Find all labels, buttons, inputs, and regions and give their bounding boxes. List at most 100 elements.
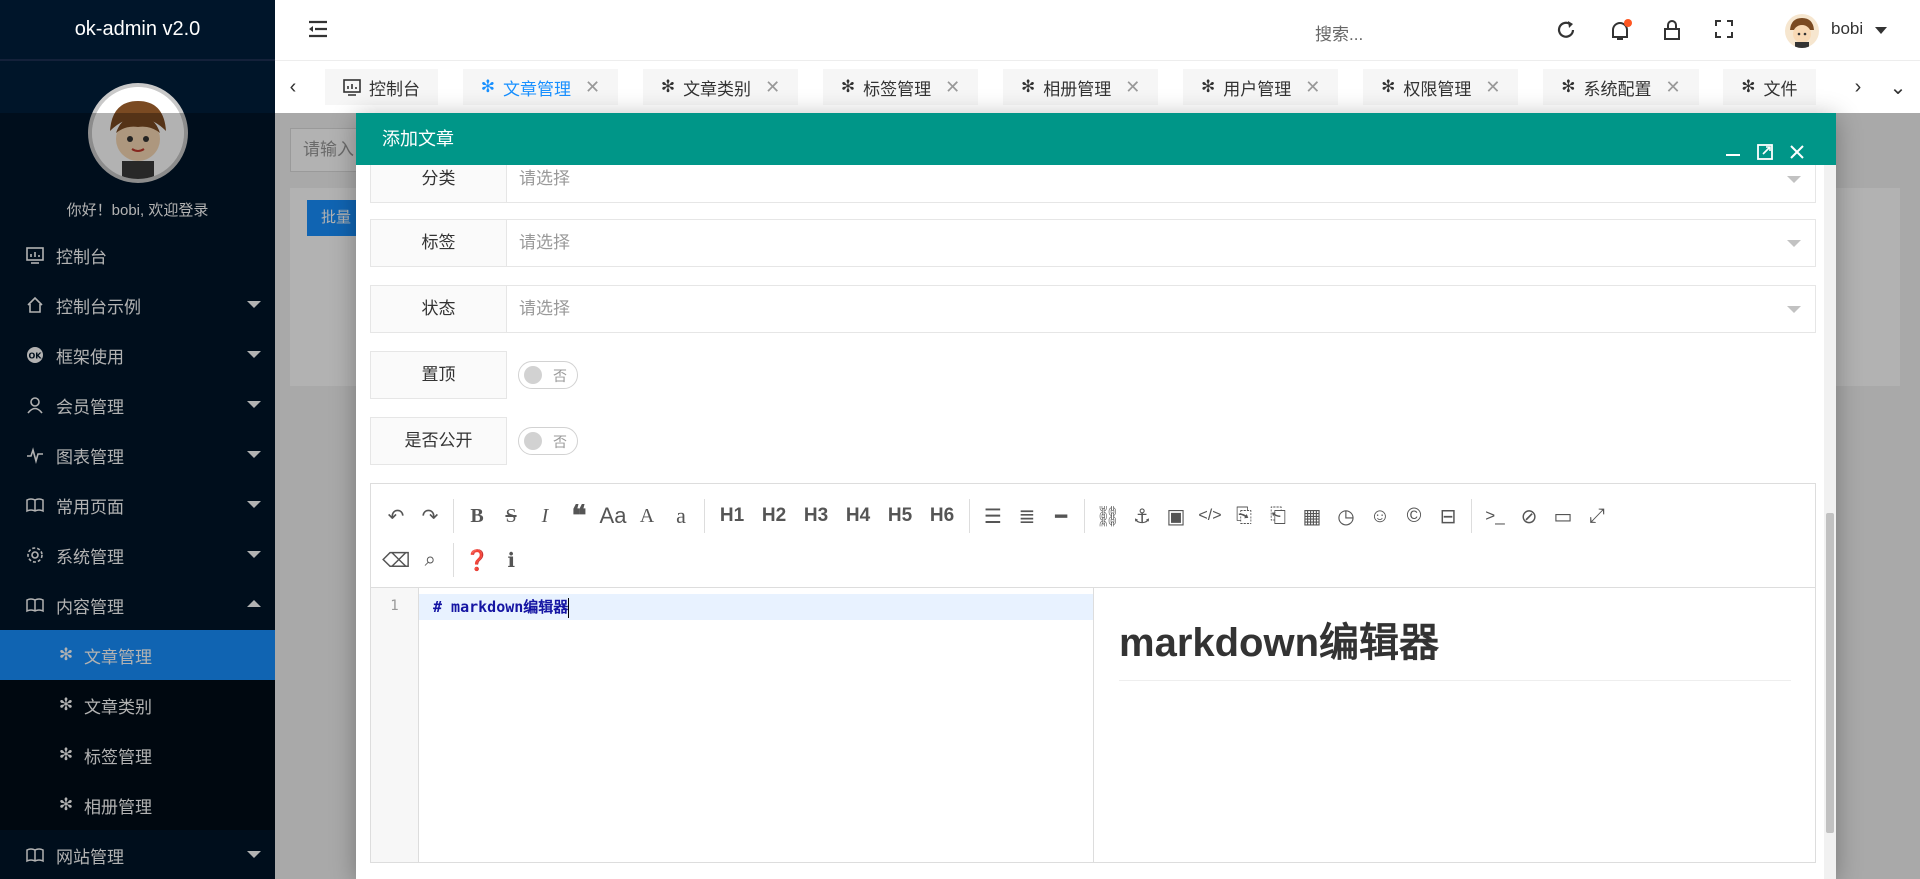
lock-icon[interactable] [1661,19,1683,46]
text-cursor [568,597,570,618]
pagebreak-icon[interactable]: ⊟ [1431,499,1465,533]
tags-select[interactable]: 请选择 [507,219,1816,267]
datetime-icon[interactable]: ◷ [1329,499,1363,533]
tab-label: 文章类别 [683,79,752,99]
close-icon[interactable]: ✕ [945,77,960,98]
lowercase-icon[interactable]: a [664,499,698,533]
top-header: 搜索... bobi [275,0,1920,61]
chevron-down-icon [1787,240,1801,247]
tab-article-categories[interactable]: ✻ 文章类别 ✕ [642,69,799,105]
editor-toolbar: ↶ ↷ B S I ❝ Aa A a H1 H2 H3 H4 H5 H6 ☰ ≣… [371,484,1815,588]
dashboard-icon [343,78,361,96]
tab-bar: ‹ 控制台 ✻ 文章管理 ✕ ✻ 文章类别 ✕ ✻ 标签管理 ✕ ✻ 相册管理 … [275,61,1920,113]
tags-label: 标签 [370,219,507,267]
unordered-list-icon[interactable]: ☰ [976,499,1010,533]
h5-button[interactable]: H5 [879,499,921,533]
tab-system-config[interactable]: ✻ 系统配置 ✕ [1543,69,1699,105]
h4-button[interactable]: H4 [837,499,879,533]
palm-icon: ✻ [1201,77,1216,96]
clear-icon[interactable]: ⌫ [379,543,413,577]
html-entities-icon[interactable]: © [1397,499,1431,533]
code-pane[interactable]: 1 # markdown编辑器 [371,588,1094,862]
fullscreen-icon[interactable]: ⤢ [1580,499,1614,533]
h3-button[interactable]: H3 [795,499,837,533]
modal-body: 分类 请选择 标签 请选择 状态 请选择 置顶 否 是否公开 否 ↶ ↷ B S… [356,165,1836,879]
image-icon[interactable]: ▣ [1159,499,1193,533]
close-icon[interactable]: ✕ [585,77,600,98]
refresh-icon[interactable] [1555,19,1577,46]
bell-icon[interactable] [1608,19,1632,48]
status-select[interactable]: 请选择 [507,285,1816,333]
user-avatar[interactable] [1785,14,1819,48]
header-search[interactable]: 搜索... [1315,20,1363,45]
chevron-down-icon[interactable] [1875,27,1887,34]
switch-knob [524,432,542,450]
redo-icon[interactable]: ↷ [413,499,447,533]
line-number: 1 [390,598,399,614]
uppercase-icon[interactable]: Aa [596,499,630,533]
undo-icon[interactable]: ↶ [379,499,413,533]
close-icon[interactable]: ✕ [1665,77,1680,98]
public-label: 是否公开 [370,417,507,465]
switch-text: 否 [553,434,567,450]
close-icon[interactable]: ✕ [1305,77,1320,98]
h2-button[interactable]: H2 [753,499,795,533]
tab-albums[interactable]: ✻ 相册管理 ✕ [1002,69,1159,105]
scrollbar-thumb[interactable] [1826,513,1834,833]
tab-users[interactable]: ✻ 用户管理 ✕ [1183,69,1339,105]
tab-label: 权限管理 [1403,79,1472,99]
menu-toggle-icon[interactable] [307,18,329,45]
toolbar-divider [453,543,455,577]
info-icon[interactable]: ℹ [494,543,528,577]
modal-scrollbar[interactable] [1824,165,1836,879]
strikethrough-icon[interactable]: S [494,499,528,533]
help-icon[interactable]: ❓ [460,543,494,577]
close-icon[interactable]: ✕ [1485,77,1500,98]
italic-icon[interactable]: I [528,499,562,533]
tab-menu-chevron-icon[interactable]: ⌄ [1880,61,1916,113]
tab-articles[interactable]: ✻ 文章管理 ✕ [462,69,619,105]
h6-button[interactable]: H6 [921,499,963,533]
code-icon[interactable]: </> [1193,499,1227,533]
code-line[interactable]: # markdown编辑器 [419,594,1093,620]
code-block-icon[interactable]: ⎘ [1227,499,1261,533]
tab-scroll-right-icon[interactable]: › [1840,61,1876,113]
category-row: 分类 请选择 [370,165,1816,203]
palm-icon: ✻ [1561,77,1576,96]
preformatted-icon[interactable]: ⎗ [1261,499,1295,533]
table-icon[interactable]: ▦ [1295,499,1329,533]
emoji-icon[interactable]: ☺ [1363,499,1397,533]
category-select[interactable]: 请选择 [507,165,1816,203]
tab-scroll-left-icon[interactable]: ‹ [275,61,311,113]
tab-permissions[interactable]: ✻ 权限管理 ✕ [1363,69,1519,105]
toolbar-divider [1471,499,1472,533]
status-label: 状态 [370,285,507,333]
preview-icon[interactable]: ▭ [1546,499,1580,533]
tab-dashboard[interactable]: 控制台 [325,69,438,105]
bold-icon[interactable]: B [460,499,494,533]
ordered-list-icon[interactable]: ≣ [1010,499,1044,533]
watch-toggle-icon[interactable]: ⊘ [1512,499,1546,533]
username[interactable]: bobi [1831,19,1863,39]
toolbar-divider [969,499,970,533]
h1-button[interactable]: H1 [711,499,753,533]
link-icon[interactable]: ⛓ [1091,499,1125,533]
search-icon[interactable]: ⌕ [413,543,447,577]
pinned-switch[interactable]: 否 [518,361,578,389]
ucwords-icon[interactable]: A [630,499,664,533]
fullscreen-icon[interactable] [1714,19,1734,44]
horizontal-rule-icon[interactable]: ━ [1044,499,1078,533]
close-icon[interactable]: ✕ [765,77,780,98]
public-switch[interactable]: 否 [518,427,578,455]
tab-label: 用户管理 [1223,79,1292,99]
switch-knob [524,366,542,384]
status-row: 状态 请选择 [370,285,1816,333]
terminal-icon[interactable]: >_ [1478,499,1512,533]
quote-icon[interactable]: ❝ [562,499,596,533]
palm-icon: ✻ [840,77,856,96]
close-icon[interactable]: ✕ [1125,77,1140,98]
tab-files[interactable]: ✻ 文件 [1723,69,1816,105]
palm-icon: ✻ [1741,77,1756,96]
tab-tags[interactable]: ✻ 标签管理 ✕ [822,69,979,105]
anchor-icon[interactable]: ⚓ [1125,499,1159,533]
